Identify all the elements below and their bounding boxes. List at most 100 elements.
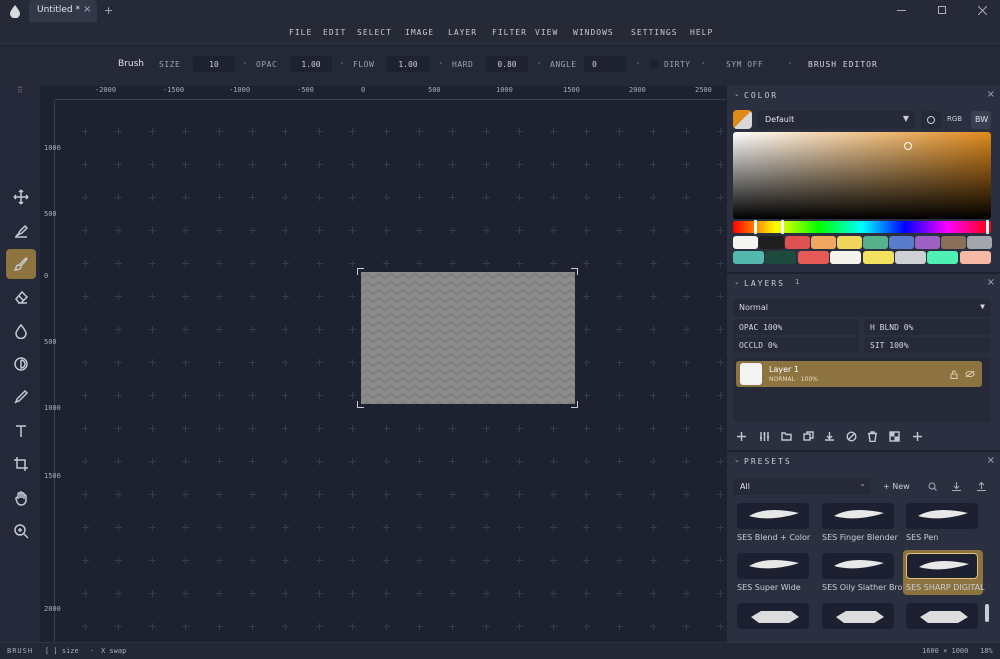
export-icon[interactable] — [977, 482, 986, 491]
transparency-button[interactable] — [886, 428, 902, 444]
color-swatch[interactable] — [959, 251, 991, 264]
bw-button[interactable]: BW — [971, 111, 991, 129]
hardness-field[interactable]: 0.80 — [486, 56, 528, 72]
layer-opacity-field[interactable]: OPAC 100% — [733, 319, 859, 335]
crop-tool[interactable] — [6, 449, 36, 479]
wheel-mode-button[interactable] — [921, 111, 941, 129]
preset-thumbnail[interactable] — [822, 503, 894, 529]
color-swatch[interactable] — [967, 236, 992, 249]
drag-handle-icon[interactable]: ⠿ — [17, 86, 23, 96]
color-swatch[interactable] — [733, 236, 758, 249]
group-layer-button[interactable] — [778, 428, 794, 444]
tab-untitled[interactable]: Untitled * × — [29, 0, 97, 22]
opacity-field[interactable]: 1.00 — [290, 56, 332, 72]
doc-corner-handle[interactable] — [571, 268, 578, 275]
dirty-checkbox[interactable] — [650, 59, 659, 68]
close-icon[interactable]: × — [987, 89, 995, 100]
add-tab-button[interactable]: + — [104, 4, 113, 17]
blend-mode-select[interactable]: Normal ▼ — [733, 299, 991, 317]
preset-thumbnail[interactable] — [906, 553, 978, 579]
hue-handle[interactable] — [986, 220, 989, 234]
layer-hblend-field[interactable]: H BLND 0% — [864, 319, 991, 335]
visibility-off-icon[interactable] — [965, 370, 975, 378]
hue-handle[interactable] — [781, 220, 784, 234]
color-swatch[interactable] — [759, 236, 784, 249]
hand-tool[interactable] — [6, 483, 36, 513]
saturation-value-picker[interactable] — [733, 132, 991, 219]
color-swatch[interactable] — [785, 236, 810, 249]
menu-image[interactable]: IMAGE — [405, 28, 434, 37]
menu-view[interactable]: VIEW — [535, 28, 558, 37]
rgb-button[interactable]: RGB — [947, 115, 962, 123]
menu-edit[interactable]: EDIT — [323, 28, 346, 37]
preset-thumbnail[interactable] — [822, 553, 894, 579]
preset-thumbnail[interactable] — [737, 603, 809, 629]
menu-filter[interactable]: FILTER — [492, 28, 527, 37]
doc-corner-handle[interactable] — [357, 268, 364, 275]
menu-help[interactable]: HELP — [690, 28, 713, 37]
chevron-down-icon[interactable]: ⌄ — [734, 456, 740, 464]
layer-occlude-field[interactable]: OCCLD 0% — [733, 337, 859, 353]
color-picker-handle[interactable] — [904, 142, 912, 150]
color-swatch[interactable] — [889, 236, 914, 249]
duplicate-layer-button[interactable] — [800, 428, 816, 444]
text-tool[interactable] — [6, 416, 36, 446]
presets-panel-header[interactable]: ⌄ PRESETS × — [727, 452, 1000, 470]
menu-windows[interactable]: WINDOWS — [573, 28, 614, 37]
eraser-tool[interactable] — [6, 282, 36, 312]
color-swatch[interactable] — [837, 236, 862, 249]
chevron-down-icon[interactable]: ⌄ — [734, 90, 740, 98]
add-layer-button[interactable] — [733, 428, 749, 444]
palette-select[interactable]: Default ▼ — [757, 111, 915, 129]
preset-thumbnail[interactable] — [737, 553, 809, 579]
preset-filter-select[interactable]: All ⌄ — [733, 478, 871, 495]
search-icon[interactable] — [928, 482, 937, 491]
preset-thumbnail[interactable] — [906, 503, 978, 529]
doc-corner-handle[interactable] — [357, 401, 364, 408]
close-window-icon[interactable] — [978, 6, 987, 15]
pen-tool[interactable] — [6, 382, 36, 412]
brush-editor-button[interactable]: BRUSH EDITOR — [808, 60, 878, 69]
color-swatch[interactable] — [927, 251, 959, 264]
current-color-swatch[interactable] — [733, 110, 752, 129]
preset-thumbnail[interactable] — [822, 603, 894, 629]
import-icon[interactable] — [952, 482, 961, 491]
color-swatch[interactable] — [862, 251, 894, 264]
color-swatch[interactable] — [797, 251, 829, 264]
hue-slider[interactable] — [733, 220, 991, 234]
maximize-icon[interactable] — [938, 6, 946, 14]
color-swatch[interactable] — [830, 251, 862, 264]
color-swatch[interactable] — [733, 251, 764, 264]
doc-corner-handle[interactable] — [571, 401, 578, 408]
delete-layer-button[interactable] — [864, 428, 880, 444]
layer-row[interactable]: Layer 1 NORMAL · 100% — [736, 361, 982, 387]
move-layer-button[interactable] — [909, 428, 925, 444]
presets-scrollbar[interactable] — [985, 604, 989, 622]
menu-file[interactable]: FILE — [289, 28, 312, 37]
color-swatch[interactable] — [863, 236, 888, 249]
chevron-down-icon[interactable]: ⌄ — [734, 278, 740, 286]
tab-close-icon[interactable]: × — [83, 4, 91, 15]
merge-down-button[interactable] — [821, 428, 837, 444]
menu-layer[interactable]: LAYER — [448, 28, 477, 37]
minimize-icon[interactable] — [897, 10, 906, 11]
close-icon[interactable]: × — [987, 277, 995, 288]
color-swatch[interactable] — [895, 251, 926, 264]
smudge-tool[interactable] — [6, 216, 36, 246]
lock-icon[interactable] — [950, 370, 958, 379]
move-tool[interactable] — [6, 182, 36, 212]
dodge-tool[interactable] — [6, 349, 36, 379]
brush-tool[interactable] — [6, 249, 36, 279]
color-swatch[interactable] — [765, 251, 797, 264]
color-swatch[interactable] — [915, 236, 940, 249]
color-swatch[interactable] — [811, 236, 836, 249]
angle-field[interactable]: 0 — [584, 56, 626, 72]
hue-handle[interactable] — [754, 220, 757, 234]
blur-tool[interactable] — [6, 316, 36, 346]
menu-settings[interactable]: SETTINGS — [631, 28, 678, 37]
zoom-tool[interactable] — [6, 516, 36, 546]
size-field[interactable]: 10 — [193, 56, 235, 72]
flow-field[interactable]: 1.00 — [387, 56, 429, 72]
color-panel-header[interactable]: ⌄ COLOR × — [727, 86, 1000, 104]
layers-panel-header[interactable]: ⌄ LAYERS 1 × — [727, 274, 1000, 292]
